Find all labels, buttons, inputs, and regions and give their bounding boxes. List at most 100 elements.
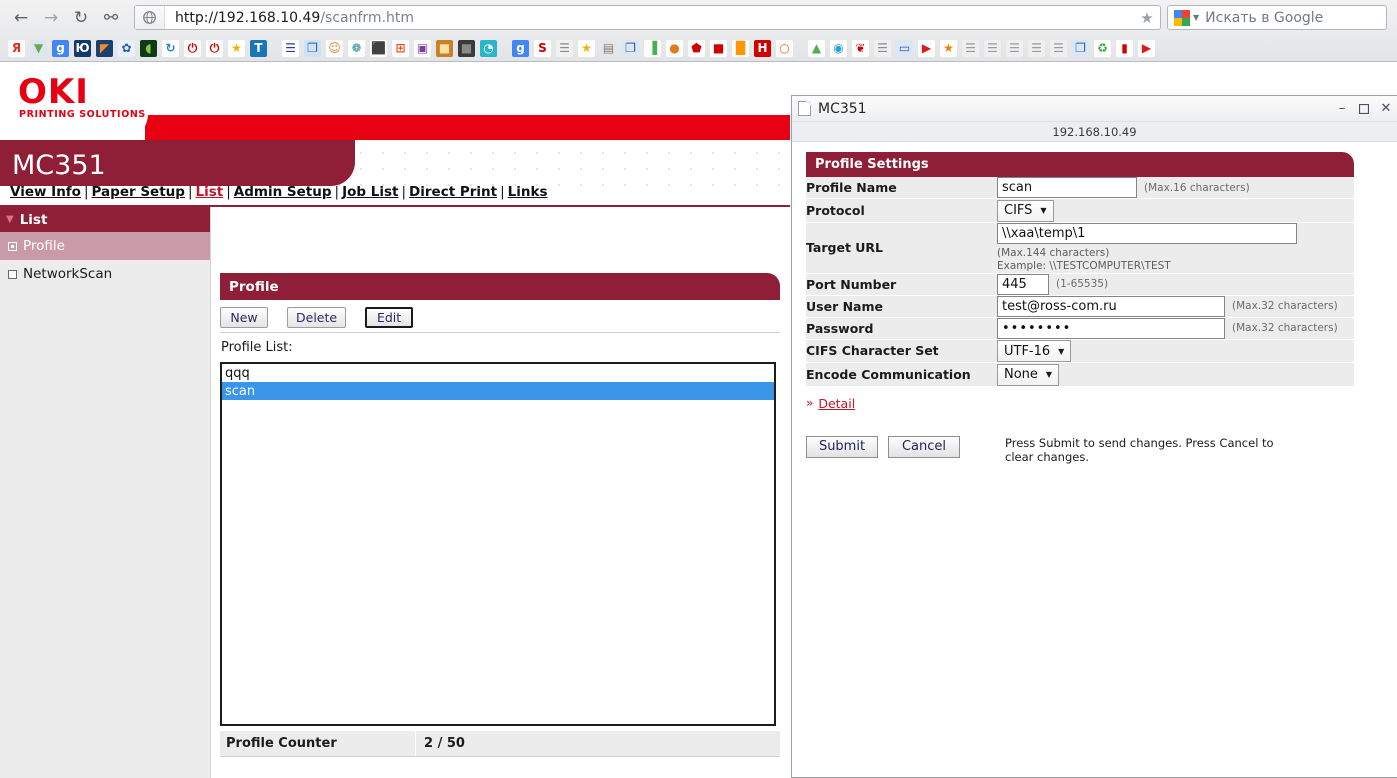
port-number-input[interactable]: 445 (997, 273, 1049, 295)
reload-icon[interactable]: ↻ (66, 5, 96, 31)
bookmark-cyan-swirl-icon[interactable]: ◔ (480, 40, 497, 57)
target-url-input[interactable]: \\xaa\temp\1 (997, 222, 1297, 244)
nav-link-direct-print[interactable]: Direct Print (409, 184, 497, 200)
bookmark-page-grey-6-icon[interactable]: ☰ (1050, 40, 1067, 57)
list-item[interactable]: scan (222, 382, 774, 400)
cancel-button[interactable]: Cancel (888, 435, 960, 458)
bookmark-star-icon[interactable]: ★ (1134, 9, 1160, 27)
bookmark-page-grey-4-icon[interactable]: ☰ (1006, 40, 1023, 57)
bookmark-photo-1-icon[interactable]: ■ (436, 40, 453, 57)
bookmark-play-red-2-icon[interactable]: ▶ (1138, 40, 1155, 57)
maximize-button[interactable] (1353, 98, 1375, 120)
bookmark-power-red-2-icon[interactable]: ⏻ (206, 40, 223, 57)
nav-link-list[interactable]: List (196, 184, 224, 200)
bookmark-page-grey-3-icon[interactable]: ☰ (984, 40, 1001, 57)
bookmark-photo-dark-icon[interactable]: ■ (458, 40, 475, 57)
key-icon[interactable]: ⚯ (96, 5, 126, 31)
new-button[interactable]: New (220, 307, 268, 328)
form-row-user-name: User Name test@ross-com.ru (Max.32 chara… (806, 295, 1354, 318)
detail-link[interactable]: Detail (818, 396, 855, 411)
search-input[interactable]: ▼ Искать в Google (1167, 5, 1387, 30)
bookmark-yu-site-icon[interactable]: Ю (74, 40, 91, 57)
bookmark-star-gold-icon[interactable]: ★ (228, 40, 245, 57)
profile-name-input[interactable]: scan (997, 177, 1137, 198)
user-name-input[interactable]: test@ross-com.ru (997, 295, 1225, 317)
bookmark-shield-red-icon[interactable]: ⬟ (688, 40, 705, 57)
bookmark-t-letter-icon[interactable]: T (250, 40, 267, 57)
forward-arrow-icon[interactable]: → (36, 5, 66, 31)
bookmark-h-red-icon[interactable]: H (754, 40, 771, 57)
password-input[interactable]: •••••••• (997, 317, 1225, 339)
address-bar-text[interactable]: http://192.168.10.49/scanfrm.htm (165, 10, 1134, 26)
bookmark-box-grey-icon[interactable]: ▤ (600, 40, 617, 57)
profile-settings-form: Profile Name scan (Max.16 characters) Pr… (806, 177, 1354, 387)
edit-button[interactable]: Edit (365, 307, 414, 328)
protocol-select-value: CIFS (1004, 203, 1033, 218)
bookmark-doc-blue-1-icon[interactable]: ❐ (304, 40, 321, 57)
chevron-down-icon[interactable]: ▼ (1193, 13, 1199, 22)
nav-link-view-info[interactable]: View Info (10, 184, 81, 200)
address-bar[interactable]: http://192.168.10.49/scanfrm.htm ★ (134, 5, 1161, 30)
nav-link-links[interactable]: Links (508, 184, 548, 200)
back-arrow-icon[interactable]: ← (6, 5, 36, 31)
cifs-charset-select[interactable]: UTF-16 ▼ (997, 340, 1072, 362)
bookmark-chart-green-icon[interactable]: ▐ (644, 40, 661, 57)
close-button[interactable]: ✕ (1375, 98, 1397, 120)
popup-titlebar[interactable]: MC351 – ✕ (792, 96, 1397, 122)
browser-toolbar: ← → ↻ ⚯ http://192.168.10.49/scanfrm.htm… (0, 0, 1397, 35)
list-item[interactable]: qqq (222, 364, 774, 382)
bookmark-page-blue-icon[interactable]: ❐ (622, 40, 639, 57)
bookmark-page-grey-2-icon[interactable]: ☰ (962, 40, 979, 57)
bookmark-ms-squares-icon[interactable]: ⊞ (392, 40, 409, 57)
bookmark-play-red-icon[interactable]: ▶ (918, 40, 935, 57)
bookmark-orange-circ-icon[interactable]: ● (666, 40, 683, 57)
bookmark-pin-red-icon[interactable]: ▮ (1116, 40, 1133, 57)
bookmark-sft-red-icon[interactable]: S (534, 40, 551, 57)
bookmark-leaf-red-icon[interactable]: ❦ (852, 40, 869, 57)
bookmark-star-gold-2-icon[interactable]: ★ (578, 40, 595, 57)
bookmark-chart-orange-icon[interactable]: █ (732, 40, 749, 57)
bookmark-recycle-green-icon[interactable]: ♻ (1094, 40, 1111, 57)
bookmark-o-orange-icon[interactable]: ○ (776, 40, 793, 57)
bookmark-cube-blue-icon[interactable]: ⬛ (370, 40, 387, 57)
bookmark-orange-tag-icon[interactable]: ◤ (96, 40, 113, 57)
bookmark-book-blue-icon[interactable]: ▭ (896, 40, 913, 57)
sidebar-item-networkscan[interactable]: NetworkScan (0, 260, 210, 288)
bookmark-page-grey-icon[interactable]: ☰ (874, 40, 891, 57)
bookmark-g-blue-2-icon[interactable]: g (512, 40, 529, 57)
bookmark-doc-violet-icon[interactable]: ▣ (414, 40, 431, 57)
minimize-button[interactable]: – (1331, 98, 1353, 120)
encode-communication-select[interactable]: None ▼ (997, 363, 1060, 386)
bookmark-pdf-red-icon[interactable]: ■ (710, 40, 727, 57)
bookmark-page-blue-2-icon[interactable]: ❐ (1072, 40, 1089, 57)
sidebar-item-profile[interactable]: Profile (0, 232, 210, 260)
bookmark-star-orange-icon[interactable]: ★ (940, 40, 957, 57)
profile-name-hint: (Max.16 characters) (1144, 181, 1250, 194)
bookmark-doc-plain-icon[interactable]: ☰ (556, 40, 573, 57)
bookmark-green-flag-icon[interactable]: ▼ (30, 40, 47, 57)
form-row-profile-name: Profile Name scan (Max.16 characters) (806, 177, 1354, 199)
bookmark-bird-blue-icon[interactable]: ◉ (830, 40, 847, 57)
bookmark-people-orange-icon[interactable]: ☺ (326, 40, 343, 57)
profile-listbox[interactable]: qqq scan (220, 362, 776, 726)
bookmark-globe-teal-icon[interactable]: ❁ (348, 40, 365, 57)
bookmark-yandex-icon[interactable]: Я (8, 40, 25, 57)
nav-link-admin-setup[interactable]: Admin Setup (234, 184, 332, 200)
nav-link-paper-setup[interactable]: Paper Setup (92, 184, 185, 200)
profile-action-buttons: New Delete Edit (220, 303, 780, 333)
bookmark-blue-flower-icon[interactable]: ✿ (118, 40, 135, 57)
submit-button[interactable]: Submit (806, 435, 878, 458)
bookmark-sync-arrows-icon[interactable]: ↻ (162, 40, 179, 57)
nav-link-job-list[interactable]: Job List (342, 184, 398, 200)
bookmark-green-leaf-icon[interactable]: ◖ (140, 40, 157, 57)
protocol-select[interactable]: CIFS ▼ (997, 199, 1054, 222)
bookmark-mix-1-icon[interactable]: ☰ (282, 40, 299, 57)
bookmark-google-g-icon[interactable]: g (52, 40, 69, 57)
document-icon (798, 101, 811, 116)
header-red-band (145, 115, 790, 140)
delete-button[interactable]: Delete (287, 307, 347, 328)
bookmark-power-red-1-icon[interactable]: ⏻ (184, 40, 201, 57)
bookmark-page-grey-5-icon[interactable]: ☰ (1028, 40, 1045, 57)
bookmark-triangle-green-icon[interactable]: ▲ (808, 40, 825, 57)
profile-settings-header: Profile Settings (806, 152, 1354, 177)
